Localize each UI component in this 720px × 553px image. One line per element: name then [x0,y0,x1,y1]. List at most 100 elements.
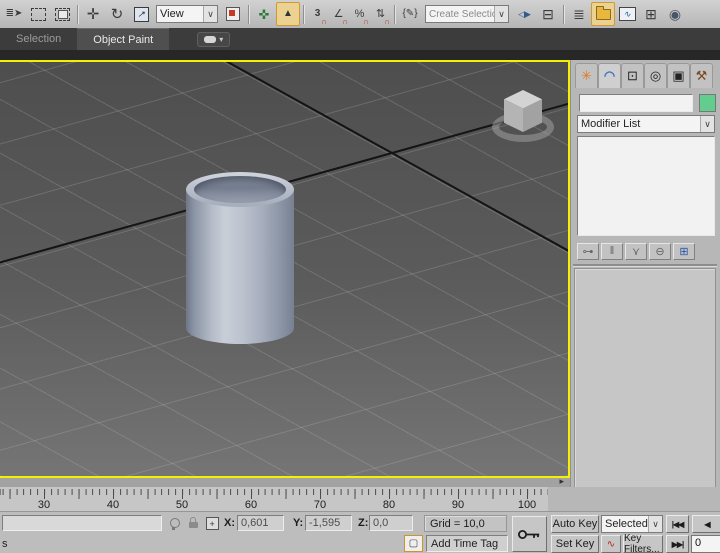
perspective-viewport[interactable] [0,60,570,478]
selection-set-dropdown[interactable]: Selected ∨ [601,515,663,533]
ribbon-minimize-button[interactable]: ▾ [197,32,230,47]
default-tangent-button[interactable]: ∿ [601,535,621,553]
time-tag-icon-button[interactable]: ▢ [404,535,423,552]
track-bar-ruler[interactable]: 30405060708090100 [0,487,548,511]
modifier-list-dropdown[interactable]: Modifier List ∨ [577,115,715,133]
x-coordinate-label: X: [224,517,235,529]
folder-icon [596,9,611,20]
chevron-down-icon: ▾ [219,35,223,44]
ribbon-tab-object-paint[interactable]: Object Paint [77,28,169,50]
select-by-name-icon[interactable]: ≣➤ [2,2,26,26]
ruler-frame-label: 80 [383,499,395,511]
select-and-scale-icon[interactable]: ↗ [129,2,153,26]
status-row-2: s ▢ Add Time Tag Set Key ∿ Key Filters..… [0,534,720,553]
ruler-frame-label: 90 [452,499,464,511]
remove-modifier-button[interactable]: ⊖ [649,243,671,260]
display-tab-icon[interactable]: ▣ [667,63,690,88]
ruler-frame-label: 50 [176,499,188,511]
status-bar: + X: 0,601 Y: -1,595 Z: 0,0 Grid = 10,0 … [0,511,720,553]
object-name-field[interactable] [579,94,693,112]
align-icon[interactable]: ⊟ [536,2,560,26]
auto-key-button[interactable]: Auto Key [551,515,599,533]
isolate-selection-icon[interactable] [168,515,182,530]
select-and-move-icon[interactable]: ✛ [81,2,105,26]
keyboard-shortcut-override-toggle-icon[interactable]: ▲ [276,2,300,26]
configure-modifier-sets-button[interactable]: ⊞ [673,243,695,260]
ribbon-tab-selection[interactable]: Selection [0,28,77,50]
curve-editor-icon[interactable]: ∿ [615,2,639,26]
key-mode-toggle-button[interactable]: ▶▶| [666,535,689,553]
show-end-result-button[interactable]: ‖ [601,243,623,260]
graphite-ribbon-toggle-icon[interactable] [591,2,615,26]
reference-coordinate-system-value: View [157,8,203,20]
main-toolbar: ≣➤ ✛ ↻ ↗ View ∨ ✜ ▲ 3∩ ∠∩ %∩ ⇅∩ {✎} Crea… [0,0,720,28]
go-to-start-button[interactable]: |◀◀ [666,515,689,533]
material-editor-icon[interactable]: ◉ [663,2,687,26]
ribbon-pill-icon [204,36,216,43]
schematic-view-icon[interactable]: ⊞ [639,2,663,26]
tube-object[interactable] [186,172,294,344]
ruler-frame-label: 30 [38,499,50,511]
layer-manager-icon[interactable]: ≣ [567,2,591,26]
utilities-tab-icon[interactable]: ⚒ [690,63,713,88]
select-and-rotate-icon[interactable]: ↻ [105,2,129,26]
viewcube[interactable] [504,90,542,132]
scale-shape-icon: ↗ [134,7,149,22]
z-coordinate-field[interactable]: 0,0 [369,515,413,531]
rectangular-selection-region-icon[interactable] [26,2,50,26]
spinner-snap-toggle-icon[interactable]: ⇅∩ [370,2,391,26]
motion-tab-icon[interactable]: ◎ [644,63,667,88]
pin-stack-button[interactable]: ⊶ [577,243,599,260]
use-pivot-point-center-icon[interactable] [221,2,245,26]
command-panel-tabs: ✳ ◠ ⊡ ◎ ▣ ⚒ [575,63,713,88]
make-unique-button[interactable]: ⋎ [625,243,647,260]
key-filters-button[interactable]: Key Filters... [623,535,663,553]
rollout-area [574,268,716,506]
toolbar-separator [77,5,78,24]
modify-tab-icon[interactable]: ◠ [598,63,621,88]
time-slider-right-arrow-icon[interactable]: ▸ [559,476,564,487]
chevron-down-icon: ∨ [494,6,508,22]
y-coordinate-field[interactable]: -1,595 [305,515,352,531]
maxscript-mini-listener[interactable] [2,515,162,531]
marquee-shape-icon [31,8,46,21]
mirror-icon[interactable]: ◁▶ [512,2,536,26]
x-coordinate-field[interactable]: 0,601 [237,515,284,531]
magnet-icon: ∩ [363,18,369,26]
snaps-toggle-3d-icon[interactable]: 3∩ [307,2,328,26]
previous-frame-button[interactable]: ◀ [692,515,720,533]
status-row-1: + X: 0,601 Y: -1,595 Z: 0,0 Grid = 10,0 … [0,514,720,534]
create-tab-icon[interactable]: ✳ [575,63,598,88]
angle-snap-toggle-icon[interactable]: ∠∩ [328,2,349,26]
3dsmax-window: ≣➤ ✛ ↻ ↗ View ∨ ✜ ▲ 3∩ ∠∩ %∩ ⇅∩ {✎} Crea… [0,0,720,553]
edit-named-selection-sets-icon[interactable]: {✎} [398,2,422,26]
ribbon-collapsed-body [0,50,720,60]
y-coordinate-label: Y: [293,517,303,529]
toolbar-separator [563,5,564,24]
add-time-tag-field[interactable]: Add Time Tag [426,535,508,552]
magnet-icon: ∩ [342,18,348,26]
hierarchy-tab-icon[interactable]: ⊡ [621,63,644,88]
percent-snap-toggle-icon[interactable]: %∩ [349,2,370,26]
selection-lock-toggle-icon[interactable] [186,514,200,529]
window-crossing-toggle-icon[interactable] [50,2,74,26]
panel-divider [573,264,717,266]
reference-coordinate-system-dropdown[interactable]: View ∨ [156,5,218,23]
named-selection-sets-dropdown[interactable]: Create Selection Se ∨ [425,5,509,23]
chevron-down-icon: ∨ [648,516,662,532]
toolbar-separator [303,5,304,24]
ruler-right-filler [548,487,720,511]
named-selection-sets-placeholder: Create Selection Se [426,9,494,20]
set-key-button[interactable]: Set Key [551,535,599,553]
curve-window-icon: ∿ [619,7,636,21]
object-color-swatch[interactable] [699,94,716,112]
ruler-frame-label: 40 [107,499,119,511]
absolute-offset-mode-icon[interactable]: + [205,516,219,531]
modifier-stack[interactable] [577,136,715,236]
toolbar-separator [248,5,249,24]
select-and-manipulate-icon[interactable]: ✜ [252,2,276,26]
magnet-icon: ∩ [384,18,390,26]
current-frame-field[interactable]: 0 [691,535,720,553]
tube-inner-hole [194,176,286,203]
marquee-cube-shape-icon [55,8,70,21]
